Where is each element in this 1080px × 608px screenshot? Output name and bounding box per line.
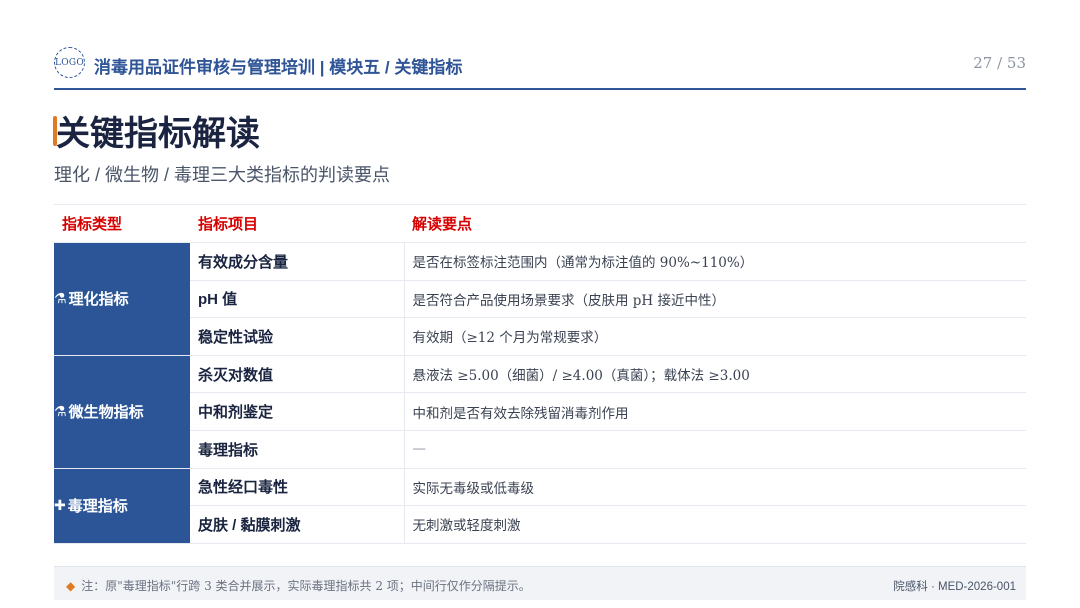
document-code: 院感科 · MED-2026-001 [893,581,1016,593]
plus-icon: ✚ [54,497,66,514]
table-row: ⚗ 理化指标 有效成分含量 是否在标签标注范围内（通常为标注值的 90%~110… [54,242,1026,356]
indicator-item: 皮肤 / 黏膜刺激 [190,505,405,544]
indicator-notes: 悬液法 ≥5.00（细菌）/ ≥4.00（真菌）；载体法 ≥3.00 [404,355,1026,394]
table-row: ✚ 毒理指标 急性经口毒性 实际无毒级或低毒级 [54,468,1026,544]
category-cell-microbiological: ⚗ 微生物指标 [54,355,190,469]
table-row: ⚗ 微生物指标 杀灭对数值 悬液法 ≥5.00（细菌）/ ≥4.00（真菌）；载… [54,355,1026,469]
slide-header: LOGO 消毒用品证件审核与管理培训 | 模块五 / 关键指标 27 / 53 [54,44,1026,90]
indicator-notes: 是否符合产品使用场景要求（皮肤用 pH 接近中性） [404,280,1026,319]
diamond-icon: ◆ [66,579,76,593]
page-indicator: 27 / 53 [973,54,1026,72]
table-row: pH 值 是否符合产品使用场景要求（皮肤用 pH 接近中性） [54,280,1026,319]
table-row: 中和剂鉴定 中和剂是否有效去除残留消毒剂作用 [54,392,1026,431]
slide-footer: ◆ 注：原"毒理指标"行跨 3 类合并展示，实际毒理指标共 2 项；中间行仅作分隔… [54,566,1026,600]
footer-note: ◆ 注：原"毒理指标"行跨 3 类合并展示，实际毒理指标共 2 项；中间行仅作分隔… [66,577,531,594]
indicator-item: 中和剂鉴定 [190,392,405,431]
category-label: 微生物指标 [68,404,144,422]
table-header-row: 指标类型 指标项目 解读要点 [54,204,1026,243]
footer-note-text: 注：原"毒理指标"行跨 3 类合并展示，实际毒理指标共 2 项；中间行仅作分隔提… [81,579,531,593]
indicator-notes: 实际无毒级或低毒级 [404,468,1026,507]
category-label: 毒理指标 [67,498,128,516]
indicator-item: pH 值 [190,280,405,319]
table-row: 毒理指标 — [54,430,1026,469]
indicator-item: 杀灭对数值 [190,355,405,394]
test-tube-icon: ⚗ [54,290,67,307]
table-row: 皮肤 / 黏膜刺激 无刺激或轻度刺激 [54,505,1026,544]
header-title: 消毒用品证件审核与管理培训 | 模块五 / 关键指标 [94,58,463,77]
column-header-item: 指标项目 [190,204,404,243]
page-title: 关键指标解读 [56,115,260,153]
microbe-icon: ⚗ [54,403,67,420]
category-cell-physicochemical: ⚗ 理化指标 [54,242,190,356]
indicator-item: 毒理指标 [190,430,405,469]
indicator-item: 急性经口毒性 [190,468,405,507]
indicator-notes: — [404,430,1026,469]
indicator-item: 稳定性试验 [190,317,405,356]
logo: LOGO [54,47,85,78]
category-label: 理化指标 [68,291,129,309]
table-row: 稳定性试验 有效期（≥12 个月为常规要求） [54,317,1026,356]
category-cell-toxicological: ✚ 毒理指标 [54,468,190,544]
indicator-notes: 是否在标签标注范围内（通常为标注值的 90%~110%） [404,242,1026,281]
page-subtitle: 理化 / 微生物 / 毒理三大类指标的判读要点 [54,165,391,185]
indicator-notes: 无刺激或轻度刺激 [404,505,1026,544]
indicator-notes: 有效期（≥12 个月为常规要求） [404,317,1026,356]
column-header-type: 指标类型 [54,204,190,243]
column-header-notes: 解读要点 [404,204,1026,243]
indicator-item: 有效成分含量 [190,242,405,281]
indicator-table: 指标类型 指标项目 解读要点 ⚗ 理化指标 有效成分含量 是否在标签标注范围内（… [54,204,1026,544]
indicator-notes: 中和剂是否有效去除残留消毒剂作用 [404,392,1026,431]
